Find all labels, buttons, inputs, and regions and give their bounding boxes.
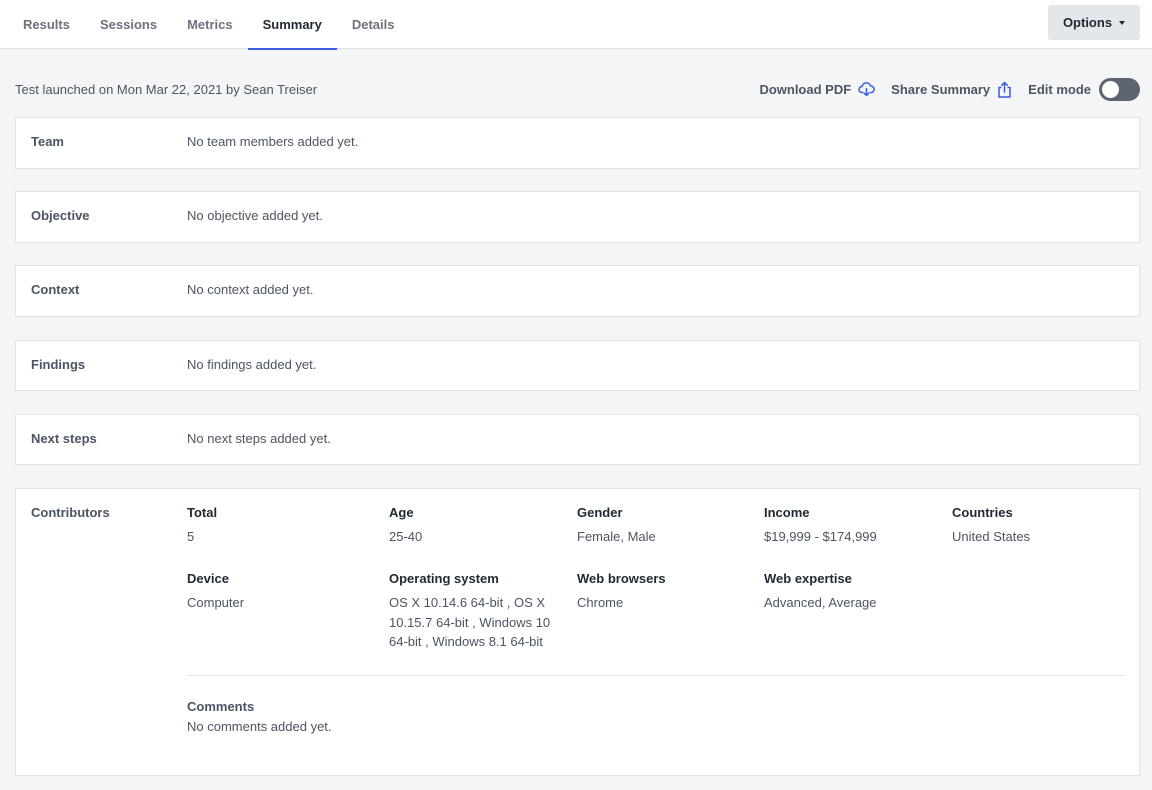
section-label: Next steps [31, 431, 97, 446]
share-icon [998, 81, 1011, 98]
contributor-field-countries: Countries United States [952, 505, 1030, 547]
tab-sessions[interactable]: Sessions [85, 0, 172, 49]
field-value: Computer [187, 595, 245, 610]
tab-summary[interactable]: Summary [247, 0, 338, 50]
contributor-field-device: Device Computer [187, 571, 244, 613]
edit-mode-toggle[interactable] [1099, 77, 1140, 101]
comments-value: No comments added yet. [187, 719, 332, 734]
field-title: Web expertise [764, 571, 852, 586]
section-label: Context [31, 282, 80, 297]
field-value: $19,999 - $174,999 [764, 529, 877, 544]
team-section: Team No team members added yet. [15, 117, 1140, 169]
field-value: Female, Male [577, 529, 656, 544]
field-title: Gender [577, 505, 623, 520]
toggle-knob [1102, 80, 1119, 98]
cloud-download-icon [858, 82, 875, 97]
share-summary-button[interactable]: Share Summary [891, 81, 1012, 98]
section-value: No objective added yet. [187, 208, 323, 223]
next-steps-section: Next steps No next steps added yet. [15, 414, 1140, 465]
field-title: Age [389, 505, 414, 520]
field-value: OS X 10.14.6 64-bit , OS X 10.15.7 64-bi… [389, 595, 551, 649]
tab-metrics[interactable]: Metrics [172, 0, 248, 49]
tab-list: Results Sessions Metrics Summary Details [8, 0, 410, 50]
tab-details[interactable]: Details [337, 0, 410, 49]
edit-mode-control: Edit mode [1028, 82, 1091, 97]
launched-text: Test launched on Mon Mar 22, 2021 by Sea… [15, 81, 318, 97]
options-button[interactable]: Options [1048, 5, 1140, 40]
contributor-field-web-expertise: Web expertise Advanced, Average [764, 571, 877, 613]
download-pdf-label: Download PDF [759, 81, 852, 97]
field-title: Countries [952, 505, 1013, 520]
contributors-section: Contributors Total 5 Age 25-40 Gender Fe… [15, 488, 1140, 776]
field-value: Chrome [577, 595, 624, 610]
share-summary-label: Share Summary [891, 81, 991, 97]
section-value: No next steps added yet. [187, 431, 331, 446]
field-value: 25-40 [389, 529, 423, 544]
contributor-field-age: Age 25-40 [389, 505, 422, 547]
contributor-field-income: Income $19,999 - $174,999 [764, 505, 877, 547]
field-title: Web browsers [577, 571, 666, 586]
comments-title: Comments [187, 699, 255, 714]
section-label: Findings [31, 357, 86, 372]
objective-section: Objective No objective added yet. [15, 191, 1140, 243]
section-label: Objective [31, 208, 90, 223]
findings-section: Findings No findings added yet. [15, 340, 1140, 391]
field-title: Device [187, 571, 229, 586]
field-title: Income [764, 505, 810, 520]
section-value: No context added yet. [187, 282, 314, 297]
contributors-comments: Comments No comments added yet. [187, 699, 332, 734]
section-label: Team [31, 134, 64, 149]
summary-actions: Download PDF Share Summary Edit mode [743, 77, 1140, 101]
section-value: No findings added yet. [187, 357, 317, 372]
download-pdf-button[interactable]: Download PDF [759, 81, 875, 97]
contributor-field-gender: Gender Female, Male [577, 505, 656, 547]
field-value: United States [952, 529, 1031, 544]
field-value: Advanced, Average [764, 595, 877, 610]
contributors-divider [187, 675, 1124, 676]
contributor-field-operating-system: Operating system OS X 10.14.6 64-bit , O… [389, 571, 555, 652]
tab-results[interactable]: Results [8, 0, 85, 49]
top-nav-bar: Results Sessions Metrics Summary Details… [0, 0, 1152, 50]
edit-mode-label: Edit mode [1028, 81, 1091, 97]
contributor-field-web-browsers: Web browsers Chrome [577, 571, 666, 613]
caret-down-icon [1119, 20, 1126, 25]
field-value: 5 [187, 529, 195, 544]
contributor-field-total: Total 5 [187, 505, 217, 547]
field-title: Operating system [389, 571, 499, 586]
context-section: Context No context added yet. [15, 265, 1140, 317]
field-title: Total [187, 505, 218, 520]
section-label: Contributors [31, 505, 110, 520]
section-value: No team members added yet. [187, 134, 359, 149]
summary-meta-row: Test launched on Mon Mar 22, 2021 by Sea… [15, 77, 1140, 101]
options-label: Options [1062, 15, 1113, 30]
